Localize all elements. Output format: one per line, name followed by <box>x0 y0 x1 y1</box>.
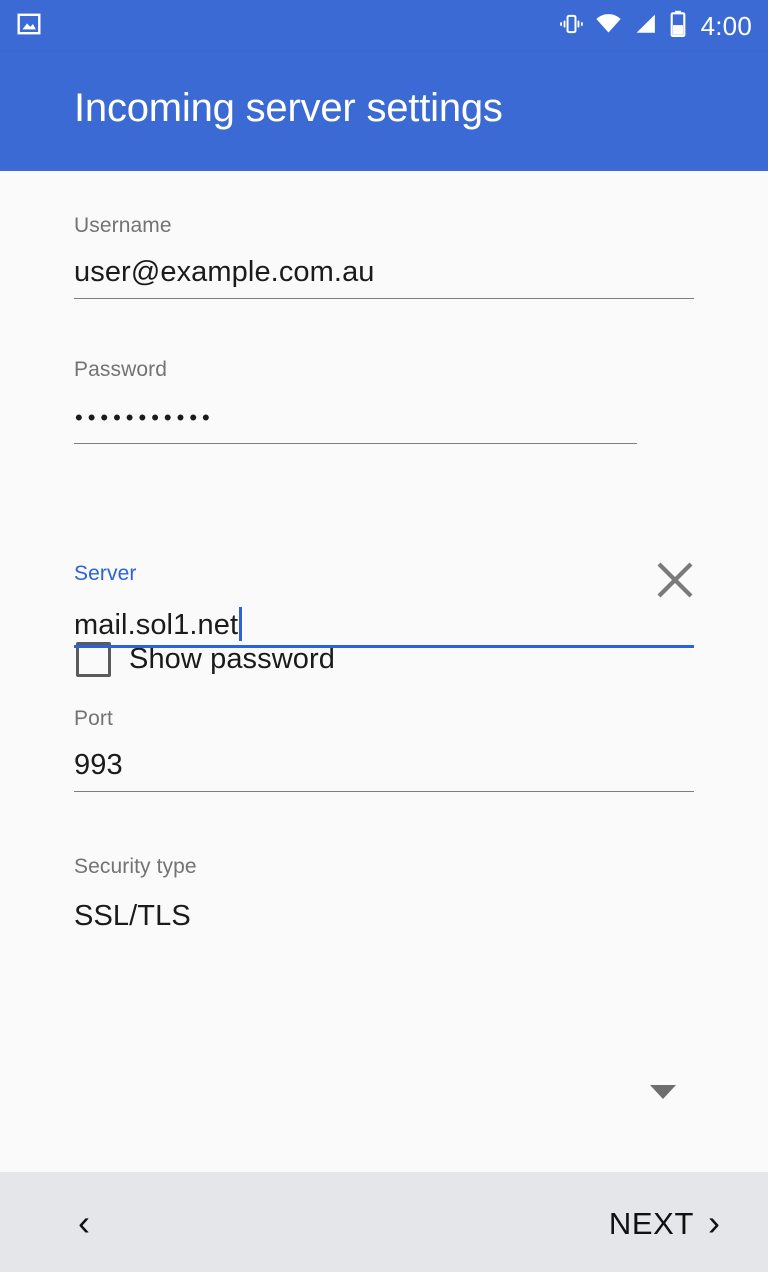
username-label: Username <box>74 214 172 237</box>
status-bar-notifications <box>16 11 42 42</box>
server-input-text: mail.sol1.net <box>74 609 239 641</box>
vibrate-icon <box>559 11 584 42</box>
password-field-group[interactable]: Password ••••••••••• <box>74 358 210 429</box>
port-field-group[interactable]: Port 993 <box>74 707 123 780</box>
status-bar: 4:00 <box>0 0 768 52</box>
port-label: Port <box>74 707 113 730</box>
photo-image-icon <box>16 11 42 42</box>
username-input[interactable]: user@example.com.au <box>74 258 375 287</box>
status-bar-indicators: 4:00 <box>559 10 752 42</box>
server-underline <box>74 645 694 648</box>
server-field-group[interactable]: Server mail.sol1.net <box>74 562 243 641</box>
security-type-field-group[interactable]: Security type SSL/TLS <box>74 855 197 931</box>
forward-chevron-icon: › <box>708 1202 720 1243</box>
username-underline <box>74 298 694 299</box>
password-label: Password <box>74 358 168 381</box>
status-bar-clock: 4:00 <box>700 11 752 41</box>
chevron-down-icon[interactable] <box>650 1085 676 1099</box>
back-chevron-icon: ‹ <box>78 1202 90 1243</box>
port-underline <box>74 791 694 792</box>
app-bar: Incoming server settings <box>0 52 768 171</box>
server-input[interactable]: mail.sol1.net <box>74 607 243 641</box>
security-type-value[interactable]: SSL/TLS <box>74 902 191 931</box>
text-cursor <box>239 607 243 641</box>
close-x-icon[interactable] <box>653 558 697 602</box>
show-password-label: Show password <box>129 643 336 675</box>
back-button[interactable]: ‹ <box>55 1194 113 1252</box>
wifi-icon <box>595 11 622 42</box>
next-button-label: NEXT <box>608 1205 694 1241</box>
server-settings-form: Username user@example.com.au Password ••… <box>0 171 768 1172</box>
password-underline <box>74 443 637 444</box>
server-label: Server <box>74 562 137 585</box>
next-button[interactable]: NEXT › <box>609 1194 728 1252</box>
bottom-navigation-bar: ‹ NEXT › <box>0 1172 768 1272</box>
battery-half-icon <box>669 10 687 42</box>
port-input[interactable]: 993 <box>74 751 123 780</box>
password-input[interactable]: ••••••••••• <box>75 407 215 429</box>
page-title: Incoming server settings <box>74 86 503 130</box>
cellular-signal-icon <box>633 11 658 42</box>
username-field-group[interactable]: Username user@example.com.au <box>74 214 374 287</box>
email-setup-screen: 4:00 Incoming server settings Username u… <box>0 0 768 1272</box>
security-type-label: Security type <box>74 855 197 878</box>
